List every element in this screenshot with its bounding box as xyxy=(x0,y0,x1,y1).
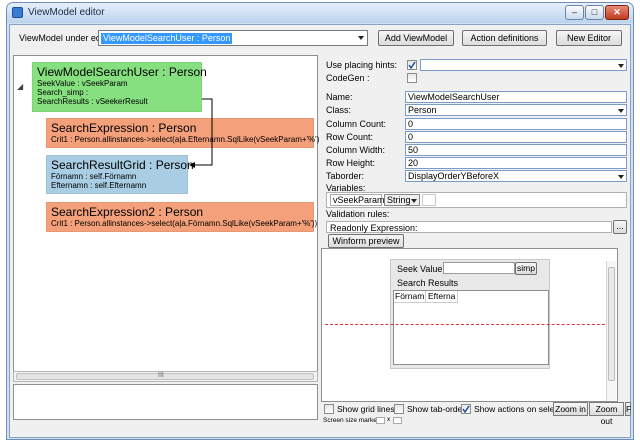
scroll-thumb[interactable]: III xyxy=(16,372,314,380)
variables-list: vSeekParam String xyxy=(326,192,627,208)
variable-extra-cell[interactable] xyxy=(422,194,436,206)
seek-value-input[interactable] xyxy=(443,262,515,274)
validation-rules-label: Validation rules: xyxy=(326,209,390,219)
grid-column-header[interactable]: Förnam xyxy=(394,291,426,303)
chevron-down-icon xyxy=(618,64,624,68)
column-count-field[interactable]: 0 xyxy=(405,118,627,130)
variable-name-field[interactable]: vSeekParam xyxy=(330,194,385,206)
row-count-label: Row Count: xyxy=(326,132,374,142)
variable-type-value: String xyxy=(387,195,411,205)
scroll-thumb[interactable] xyxy=(608,267,615,381)
show-grid-lines-checkbox[interactable] xyxy=(324,404,334,414)
f-button[interactable]: F xyxy=(625,402,631,416)
grip-icon: III xyxy=(158,372,164,379)
maximize-button[interactable]: □ xyxy=(585,5,604,20)
app-icon xyxy=(12,7,23,18)
column-width-label: Column Width: xyxy=(326,145,386,155)
class-select-value: Person xyxy=(408,105,437,115)
output-text-area[interactable] xyxy=(13,384,318,420)
readonly-expression-ellipsis-button[interactable]: ... xyxy=(613,220,627,234)
chevron-down-icon xyxy=(411,199,417,203)
screen-size-marker-line xyxy=(325,324,615,325)
minimize-button[interactable]: – xyxy=(565,5,584,20)
taborder-select-value: DisplayOrderYBeforeX xyxy=(408,171,500,181)
client-area: ViewModel under edit: ViewModelSearchUse… xyxy=(9,24,631,438)
row-height-label: Row Height: xyxy=(326,158,376,168)
winform-preview-button[interactable]: Winform preview xyxy=(328,234,404,248)
seek-value-label: Seek Value xyxy=(397,264,443,274)
screen-size-marker-label: Screen size marker: xyxy=(323,417,381,424)
taborder-select[interactable]: DisplayOrderYBeforeX xyxy=(405,170,627,182)
screen-height-input[interactable] xyxy=(393,417,402,424)
placing-hints-select[interactable] xyxy=(420,59,627,71)
diagram-horizontal-scrollbar[interactable]: III xyxy=(13,371,318,382)
viewmodel-select[interactable]: ViewModelSearchUser : Person xyxy=(98,30,368,46)
zoom-in-button[interactable]: Zoom in xyxy=(553,402,588,416)
zoom-out-button[interactable]: Zoom out xyxy=(589,402,624,426)
show-grid-lines-label: Show grid lines xyxy=(337,404,395,414)
use-placing-hints-label: Use placing hints: xyxy=(326,60,398,70)
search-results-label: Search Results xyxy=(397,278,459,288)
new-editor-button[interactable]: New Editor xyxy=(556,30,622,46)
readonly-expression-field[interactable]: Readonly Expression: xyxy=(326,221,612,233)
action-definitions-button[interactable]: Action definitions xyxy=(462,30,547,46)
screen-size-x-label: x xyxy=(387,416,391,423)
taborder-label: Taborder: xyxy=(326,171,365,181)
show-actions-label: Show actions on select xyxy=(474,404,561,414)
connector-arrow xyxy=(189,98,213,168)
close-button[interactable]: ✕ xyxy=(605,5,629,20)
use-placing-hints-checkbox[interactable] xyxy=(407,60,417,70)
codegen-checkbox[interactable] xyxy=(407,73,417,83)
class-label: Class: xyxy=(326,105,352,115)
row-height-field[interactable]: 20 xyxy=(405,157,627,169)
search-results-grid[interactable]: Förnam Efterna xyxy=(393,290,549,365)
codegen-label: CodeGen : xyxy=(326,73,370,83)
preview-form: Seek Value simp Search Results Förnam Ef… xyxy=(390,259,550,369)
chevron-down-icon xyxy=(618,175,624,179)
preview-vertical-scrollbar[interactable] xyxy=(606,261,616,401)
app-window: ViewModel editor – □ ✕ ViewModel under e… xyxy=(6,2,634,440)
show-actions-checkbox[interactable] xyxy=(461,404,471,414)
chevron-down-icon xyxy=(358,36,364,40)
row-count-field[interactable]: 0 xyxy=(405,131,627,143)
class-select[interactable]: Person xyxy=(405,104,627,116)
simp-button[interactable]: simp xyxy=(515,262,537,275)
show-tab-order-checkbox[interactable] xyxy=(394,404,404,414)
diagram-canvas[interactable]: ◢ ViewModelSearchUser : Person SeekValue… xyxy=(13,55,319,372)
winform-preview-canvas[interactable]: Seek Value simp Search Results Förnam Ef… xyxy=(321,248,618,402)
name-field[interactable]: ViewModelSearchUser xyxy=(405,91,627,103)
variable-type-select[interactable]: String xyxy=(384,194,420,206)
column-width-field[interactable]: 50 xyxy=(405,144,627,156)
screen-width-input[interactable] xyxy=(376,417,385,424)
title-bar: ViewModel editor – □ ✕ xyxy=(7,3,633,23)
chevron-down-icon xyxy=(618,109,624,113)
readonly-expression-label: Readonly Expression: xyxy=(330,223,418,233)
window-title: ViewModel editor xyxy=(28,7,105,18)
name-label: Name: xyxy=(326,92,353,102)
viewmodel-label: ViewModel under edit: xyxy=(19,33,108,43)
grid-column-header[interactable]: Efterna xyxy=(426,291,458,303)
show-tab-order-label: Show tab-order xyxy=(407,404,466,414)
add-viewmodel-button[interactable]: Add ViewModel xyxy=(378,30,454,46)
viewmodel-select-value: ViewModelSearchUser : Person xyxy=(101,33,233,44)
column-count-label: Column Count: xyxy=(326,119,387,129)
